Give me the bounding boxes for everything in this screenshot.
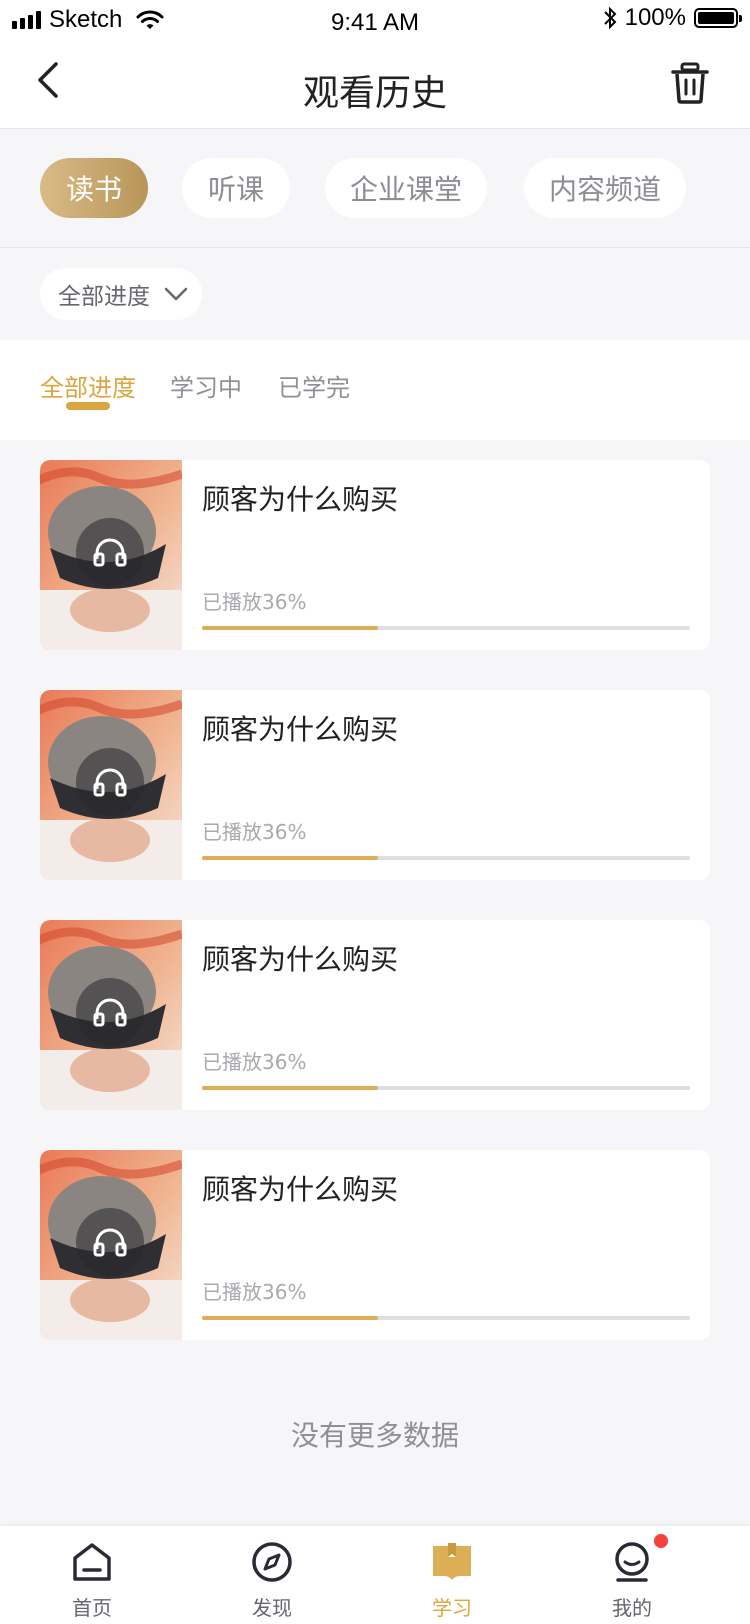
tab-reading[interactable]: 读书: [40, 158, 148, 218]
history-item[interactable]: 顾客为什么购买 已播放36%: [40, 460, 710, 650]
subtab-active-indicator: [66, 402, 110, 410]
home-icon: [73, 1543, 111, 1581]
subtab-completed[interactable]: 已学完: [278, 368, 350, 403]
tab-content-channel[interactable]: 内容频道: [524, 158, 686, 218]
subtab-learning[interactable]: 学习中: [170, 368, 242, 403]
tabbar-learning[interactable]: 学习: [392, 1532, 512, 1622]
tabbar-label: 首页: [72, 1596, 112, 1620]
item-progress-label: 已播放36%: [202, 820, 307, 844]
nav-bar: 观看历史: [0, 44, 750, 129]
chevron-down-icon: [164, 287, 188, 301]
profile-icon: [615, 1542, 649, 1582]
item-title: 顾客为什么购买: [202, 1173, 399, 1206]
trash-icon[interactable]: [670, 60, 710, 106]
subtab-all-progress[interactable]: 全部进度: [40, 368, 136, 403]
progress-track: [202, 626, 690, 630]
no-more-data-text: 没有更多数据: [290, 1419, 459, 1452]
status-bar: Sketch 9:41 AM 100%: [0, 0, 750, 44]
headphones-icon: [93, 1228, 127, 1257]
bottom-tab-bar: 首页 发现 学习 我的: [0, 1526, 750, 1624]
tab-label: 听课: [207, 173, 264, 206]
category-tabs: 读书 听课 企业课堂 内容频道: [0, 129, 750, 248]
item-title: 顾客为什么购买: [202, 483, 399, 516]
history-item[interactable]: 顾客为什么购买 已播放36%: [40, 1150, 710, 1340]
progress-fill: [202, 1316, 378, 1320]
item-title: 顾客为什么购买: [202, 713, 399, 746]
progress-track: [202, 1316, 690, 1320]
progress-track: [202, 1086, 690, 1090]
headphones-icon: [93, 768, 127, 797]
history-item[interactable]: 顾客为什么购买 已播放36%: [40, 690, 710, 880]
progress-filter-dropdown[interactable]: 全部进度: [40, 268, 202, 320]
page-title: 观看历史: [302, 73, 447, 114]
book-icon: [433, 1543, 471, 1580]
item-progress-label: 已播放36%: [202, 590, 307, 614]
sub-tabs: 全部进度 学习中 已学完: [0, 340, 750, 440]
tab-label: 读书: [65, 173, 122, 206]
history-item[interactable]: 顾客为什么购买 已播放36%: [40, 920, 710, 1110]
battery-percent: 100%: [624, 4, 686, 31]
compass-icon: [252, 1542, 292, 1582]
item-progress-label: 已播放36%: [202, 1280, 307, 1304]
progress-track: [202, 856, 690, 860]
progress-filter-value: 全部进度: [58, 284, 150, 310]
item-thumbnail: [40, 460, 182, 650]
progress-fill: [202, 856, 378, 860]
tabbar-discover[interactable]: 发现: [212, 1532, 332, 1622]
item-progress-label: 已播放36%: [202, 1050, 307, 1074]
headphones-icon: [93, 538, 127, 567]
item-thumbnail: [40, 1150, 182, 1340]
tabbar-home[interactable]: 首页: [32, 1532, 152, 1622]
tabbar-label: 我的: [612, 1596, 652, 1620]
battery-icon: [694, 8, 742, 28]
progress-fill: [202, 626, 378, 630]
tab-listening[interactable]: 听课: [182, 158, 290, 218]
item-thumbnail: [40, 690, 182, 880]
progress-fill: [202, 1086, 378, 1090]
notification-badge: [654, 1534, 668, 1548]
tabbar-label: 发现: [252, 1596, 292, 1620]
tabbar-mine[interactable]: 我的: [572, 1532, 692, 1622]
status-bar-right: 100%: [603, 4, 742, 32]
bluetooth-icon: [603, 6, 617, 30]
item-title: 顾客为什么购买: [202, 943, 399, 976]
tab-label: 企业课堂: [349, 173, 462, 206]
headphones-icon: [93, 998, 127, 1027]
item-thumbnail: [40, 920, 182, 1110]
tabbar-label: 学习: [432, 1596, 472, 1620]
tab-enterprise[interactable]: 企业课堂: [325, 158, 487, 218]
tab-label: 内容频道: [548, 173, 661, 206]
